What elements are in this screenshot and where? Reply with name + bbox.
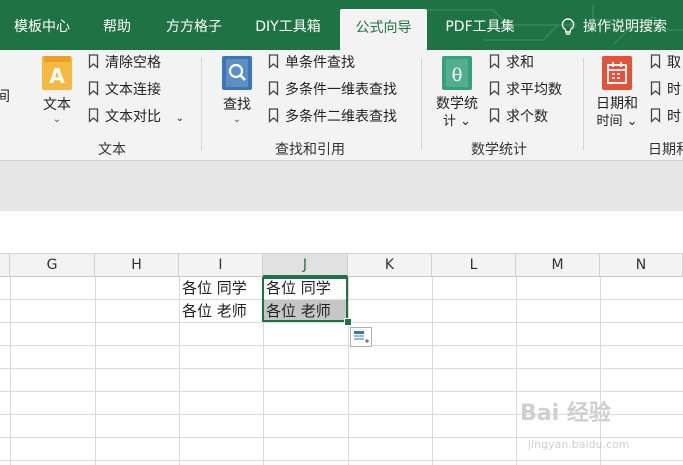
- ribbon-tab-bar: 模板中心 帮助 方方格子 DIY工具箱 公式向导 PDF工具集 操作说明搜索: [0, 0, 683, 50]
- group-label-lookup: 查找和引用: [275, 142, 345, 158]
- tab-formula-wizard[interactable]: 公式向导: [340, 9, 427, 50]
- column-header-h[interactable]: H: [95, 254, 179, 277]
- bookmark-icon: [268, 80, 279, 96]
- column-header-g[interactable]: G: [10, 254, 95, 277]
- text-compare-label: 文本对比: [105, 109, 161, 125]
- bookmark-icon: [489, 80, 500, 96]
- time-button-1[interactable]: 时: [650, 79, 681, 101]
- bookmark-icon: [489, 107, 500, 123]
- date-extract-button[interactable]: 取: [650, 52, 681, 74]
- group-label-math: 数学统计: [471, 142, 527, 158]
- text-compare-button[interactable]: 文本对比 ⌄: [88, 106, 184, 128]
- count-button[interactable]: 求个数: [489, 106, 548, 128]
- formula-bar[interactable]: [0, 211, 683, 254]
- column-header-m[interactable]: M: [516, 254, 600, 277]
- multi-condition-2d-lookup-label: 多条件二维表查找: [285, 109, 397, 125]
- calendar-icon: [602, 56, 632, 90]
- column-header-prev[interactable]: [0, 254, 10, 277]
- tell-me-label: 操作说明搜索: [583, 19, 667, 35]
- time-button-2[interactable]: 时: [650, 106, 681, 128]
- time-label-2: 时: [667, 109, 681, 125]
- cut-off-label: 间: [0, 89, 10, 105]
- bookmark-icon: [650, 80, 661, 96]
- text-concat-label: 文本连接: [105, 82, 161, 98]
- date-extract-label: 取: [667, 55, 681, 71]
- bookmark-icon: [650, 107, 661, 123]
- tab-template-center[interactable]: 模板中心: [6, 0, 78, 50]
- bookmark-icon: [268, 53, 279, 69]
- multi-condition-1d-lookup-button[interactable]: 多条件一维表查找: [268, 79, 397, 101]
- average-button[interactable]: 求平均数: [489, 79, 562, 101]
- cell-i1[interactable]: 各位 同学: [180, 277, 247, 299]
- bookmark-icon: [650, 53, 661, 69]
- flash-fill-options-button[interactable]: [350, 327, 372, 347]
- group-divider: [201, 58, 202, 150]
- multi-condition-2d-lookup-button[interactable]: 多条件二维表查找: [268, 106, 397, 128]
- watermark-logo: Bai 经验: [520, 401, 611, 426]
- column-header-j[interactable]: J: [263, 254, 348, 277]
- bookmark-icon: [88, 107, 99, 123]
- bookmark-icon: [88, 53, 99, 69]
- group-divider: [421, 58, 422, 150]
- lookup-label: 查找: [223, 97, 251, 113]
- toolbar-band: [0, 161, 683, 211]
- cell-j1[interactable]: 各位 同学: [264, 277, 331, 299]
- column-header-k[interactable]: K: [348, 254, 432, 277]
- column-header-l[interactable]: L: [432, 254, 516, 277]
- date-time-button[interactable]: 日期和 时间 ⌄: [594, 56, 640, 130]
- chevron-down-icon: ⌄: [232, 114, 242, 125]
- fill-handle[interactable]: [344, 318, 352, 326]
- tab-fangfang-gezi[interactable]: 方方格子: [158, 0, 230, 50]
- text-functions-button[interactable]: A 文本 ⌄: [36, 56, 78, 125]
- bookmark-icon: [268, 107, 279, 123]
- svg-text:A: A: [49, 64, 65, 88]
- count-label: 求个数: [506, 109, 548, 125]
- tab-pdf-tools[interactable]: PDF工具集: [438, 0, 522, 50]
- clear-spaces-label: 清除空格: [105, 55, 161, 71]
- flash-fill-icon: [354, 331, 369, 343]
- sum-label: 求和: [506, 55, 534, 71]
- group-divider: [583, 58, 584, 150]
- ribbon-panel: 间 A 文本 ⌄ 清除空格 文本连接 文本对比 ⌄ 文本 查找 ⌄ 单条件查找 …: [0, 50, 683, 161]
- cell-i2[interactable]: 各位 老师: [180, 300, 247, 322]
- average-label: 求平均数: [506, 82, 562, 98]
- column-header-n[interactable]: N: [600, 254, 683, 277]
- sum-button[interactable]: 求和: [489, 52, 534, 74]
- lightbulb-icon: [561, 18, 575, 35]
- text-functions-label: 文本: [43, 97, 71, 113]
- watermark-url: jingyan.baidu.com: [528, 438, 630, 451]
- column-header-i[interactable]: I: [179, 254, 263, 277]
- single-condition-lookup-label: 单条件查找: [285, 55, 355, 71]
- math-stats-button[interactable]: θ 数学统 计 ⌄: [432, 56, 482, 130]
- group-label-date: 日期和: [648, 142, 683, 158]
- group-label-text: 文本: [98, 142, 126, 158]
- chevron-down-icon[interactable]: ⌄: [175, 113, 183, 124]
- multi-condition-1d-lookup-label: 多条件一维表查找: [285, 82, 397, 98]
- tab-tell-me-search[interactable]: 操作说明搜索: [549, 0, 679, 50]
- theta-icon: θ: [442, 56, 472, 90]
- date-time-label: 日期和 时间 ⌄: [596, 96, 638, 129]
- math-stats-label: 数学统 计 ⌄: [436, 96, 478, 129]
- bookmark-icon: [88, 80, 99, 96]
- magnifier-book-icon: [222, 56, 252, 90]
- bookmark-icon: [489, 53, 500, 69]
- svg-text:θ: θ: [452, 65, 463, 86]
- chevron-down-icon: ⌄: [52, 114, 62, 125]
- cell-j2[interactable]: 各位 老师: [264, 300, 331, 322]
- clear-spaces-button[interactable]: 清除空格: [88, 52, 161, 74]
- text-a-icon: A: [42, 56, 72, 90]
- tab-diy-toolbox[interactable]: DIY工具箱: [247, 0, 329, 50]
- text-concat-button[interactable]: 文本连接: [88, 79, 161, 101]
- time-label-1: 时: [667, 82, 681, 98]
- single-condition-lookup-button[interactable]: 单条件查找: [268, 52, 355, 74]
- lookup-button[interactable]: 查找 ⌄: [216, 56, 258, 125]
- tab-help[interactable]: 帮助: [95, 0, 139, 50]
